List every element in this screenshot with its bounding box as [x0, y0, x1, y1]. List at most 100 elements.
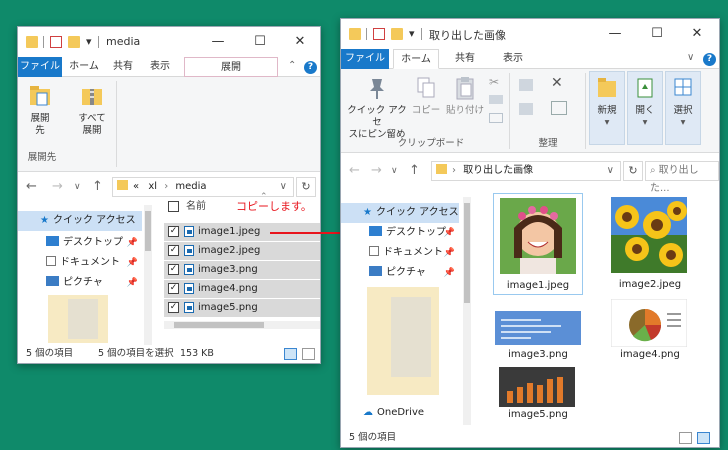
cut-icon[interactable]: ✂ [489, 75, 499, 89]
copy-path-icon[interactable] [489, 95, 503, 104]
close-button[interactable]: ✕ [677, 23, 717, 45]
qat-dropdown-icon[interactable]: ▾ [409, 27, 415, 40]
large-icons-view-icon[interactable] [697, 432, 710, 444]
horizontal-scrollbar[interactable] [164, 321, 320, 329]
pin-to-quick-access-button[interactable]: クイック アクセ スにピン留め [345, 75, 409, 141]
up-icon[interactable]: ↑ [409, 163, 420, 178]
file-checkbox[interactable]: ✓ [168, 264, 179, 275]
nav-desktop[interactable]: デスクトップ 📌 [341, 223, 459, 243]
nav-scrollbar[interactable] [463, 197, 471, 425]
ribbon: 展開 先 すべて 展開 展開先 [18, 77, 320, 172]
close-button[interactable]: ✕ [280, 31, 320, 53]
chevron-down-icon[interactable]: ∨ [280, 178, 287, 196]
file-checkbox[interactable]: ✓ [168, 302, 179, 313]
thumbnail-item[interactable]: image2.jpeg [605, 193, 695, 295]
chevron-down-icon: ▾ [680, 117, 686, 128]
properties-icon[interactable] [373, 28, 385, 40]
qat-dropdown-icon[interactable]: ▾ [86, 35, 92, 48]
copy-to-icon[interactable] [519, 103, 533, 115]
refresh-button[interactable]: ↻ [623, 161, 643, 181]
nav-desktop[interactable]: デスクトップ 📌 [18, 233, 142, 253]
extract-all-button[interactable]: すべて 展開 [72, 83, 112, 137]
help-icon[interactable]: ? [304, 61, 317, 74]
tab-home[interactable]: ホーム [66, 57, 102, 77]
file-row[interactable]: ✓ image2.jpeg [164, 242, 320, 260]
paste-button[interactable]: 貼り付け [445, 75, 485, 117]
maximize-button[interactable]: ☐ [240, 31, 280, 53]
copy-annotation: コピーします。 [236, 200, 312, 213]
select-button[interactable]: 選択 ▾ [665, 75, 701, 129]
properties-icon[interactable] [50, 36, 62, 48]
tab-share[interactable]: 共有 [445, 49, 485, 69]
minimize-button[interactable]: — [595, 23, 635, 45]
nav-documents[interactable]: ドキュメント 📌 [18, 253, 142, 273]
star-icon: ★ [40, 215, 49, 226]
file-row[interactable]: ✓ image3.png [164, 261, 320, 279]
tab-view[interactable]: 表示 [493, 49, 533, 69]
open-button[interactable]: 開く ▾ [627, 75, 663, 129]
select-all-checkbox[interactable] [168, 201, 179, 212]
file-checkbox[interactable]: ✓ [168, 283, 179, 294]
up-icon[interactable]: ↑ [92, 179, 103, 194]
thumbnail-item[interactable]: image4.png [605, 297, 695, 365]
tab-file[interactable]: ファイル [341, 49, 389, 69]
address-bar[interactable]: › 取り出した画像 ∨ [431, 161, 621, 181]
extract-to-button[interactable]: 展開 先 [22, 83, 58, 137]
rename-icon[interactable] [551, 101, 567, 115]
nav-pictures[interactable]: ピクチャ 📌 [18, 273, 142, 293]
tab-file[interactable]: ファイル [18, 57, 62, 77]
window-title: 取り出した画像 [429, 29, 506, 42]
delete-icon[interactable]: ✕ [551, 75, 563, 91]
copy-button[interactable]: コピー [411, 75, 441, 117]
expand-ribbon-icon[interactable]: ∨ [687, 52, 694, 63]
nav-onedrive[interactable]: ☁ OneDrive [341, 403, 459, 423]
image-file-icon [184, 283, 194, 294]
picture-icon [46, 276, 59, 286]
breadcrumb-xl[interactable]: xl [148, 181, 157, 192]
column-header-name[interactable]: 名前 コピーします。 ⌃ [164, 192, 320, 217]
search-input[interactable]: ⌕ 取り出した... [645, 161, 719, 194]
nav-documents[interactable]: ドキュメント 📌 [341, 243, 459, 263]
nav-quick-access[interactable]: ★ クイック アクセス [341, 203, 459, 223]
tab-extract[interactable]: 展開 [184, 57, 278, 77]
file-row[interactable]: ✓ image5.png [164, 299, 320, 317]
maximize-button[interactable]: ☐ [637, 23, 677, 45]
sort-caret-icon: ⌃ [260, 192, 268, 202]
tab-view[interactable]: 表示 [142, 57, 178, 77]
large-icons-view-icon[interactable] [302, 348, 315, 360]
details-view-icon[interactable] [679, 432, 692, 444]
nav-scrollbar[interactable] [144, 205, 152, 345]
thumbnail-item[interactable]: image5.png [493, 367, 583, 425]
nav-pictures[interactable]: ピクチャ 📌 [341, 263, 459, 283]
status-size: 153 KB [180, 348, 214, 359]
nav-quick-access[interactable]: ★ クイック アクセス [18, 211, 142, 231]
breadcrumb-media[interactable]: media [175, 181, 206, 192]
details-view-icon[interactable] [284, 348, 297, 360]
recent-dropdown-icon[interactable]: ∨ [391, 166, 398, 176]
back-icon[interactable]: ← [26, 179, 37, 194]
refresh-button[interactable]: ↻ [296, 177, 316, 197]
recent-dropdown-icon[interactable]: ∨ [74, 182, 81, 192]
tab-share[interactable]: 共有 [108, 57, 138, 77]
paste-shortcut-icon[interactable] [489, 113, 503, 123]
thumbnail-item[interactable]: image1.jpeg [493, 193, 583, 295]
minimize-button[interactable]: — [198, 31, 238, 53]
new-folder-icon[interactable] [68, 36, 80, 48]
copy-icon [415, 75, 437, 101]
file-checkbox[interactable]: ✓ [168, 245, 179, 256]
breadcrumb-current[interactable]: 取り出した画像 [463, 165, 533, 176]
chevron-down-icon[interactable]: ∨ [607, 162, 614, 180]
forward-icon[interactable]: → [52, 179, 63, 194]
file-checkbox[interactable]: ✓ [168, 226, 179, 237]
new-folder-icon[interactable] [391, 28, 403, 40]
tab-home[interactable]: ホーム [393, 49, 439, 69]
thumbnail-item[interactable]: image3.png [493, 309, 583, 365]
collapse-ribbon-icon[interactable]: ⌃ [288, 60, 296, 71]
help-icon[interactable]: ? [703, 53, 716, 66]
file-row[interactable]: ✓ image4.png [164, 280, 320, 298]
pin-icon: 📌 [126, 238, 138, 248]
forward-icon[interactable]: → [371, 163, 382, 178]
move-to-icon[interactable] [519, 79, 533, 91]
back-icon[interactable]: ← [349, 163, 360, 178]
new-button[interactable]: 新規 ▾ [589, 75, 625, 129]
